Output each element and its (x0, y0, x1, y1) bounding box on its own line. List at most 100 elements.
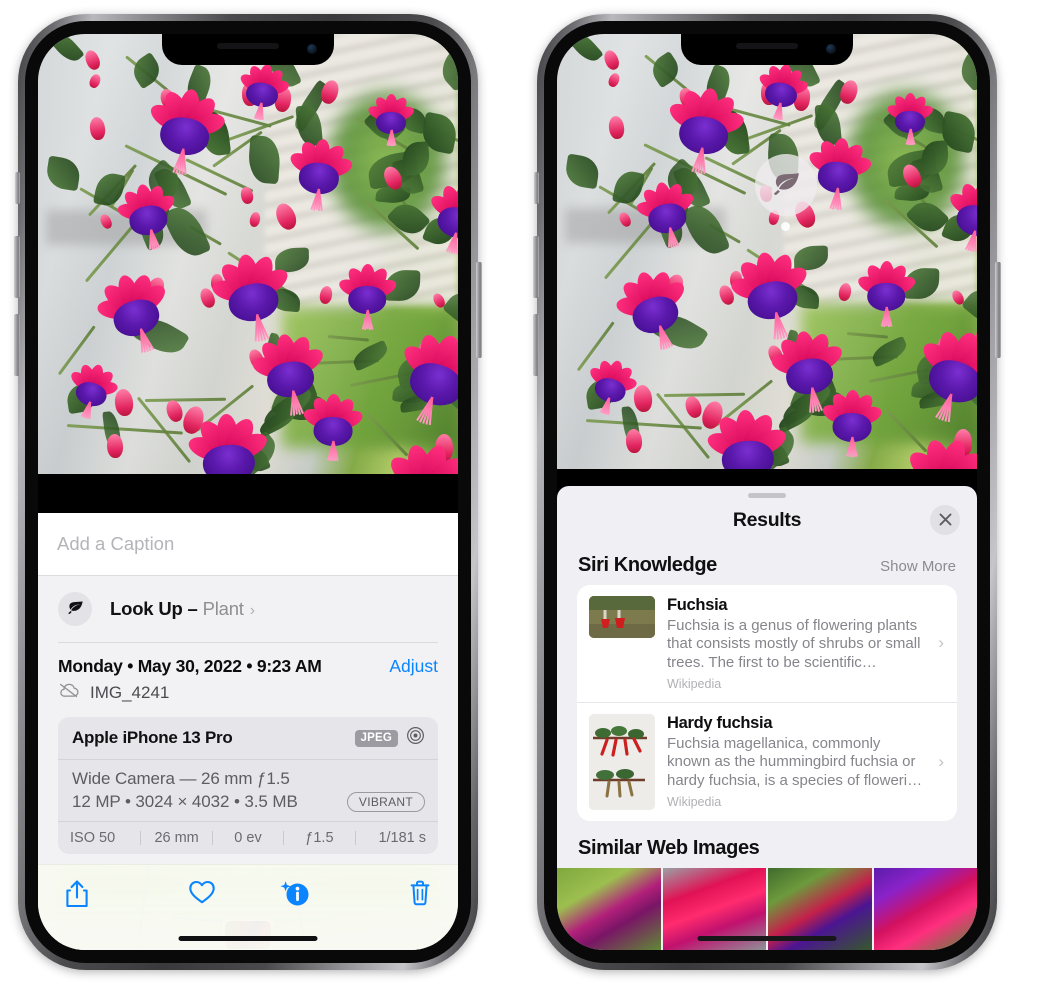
plant-stem (847, 331, 889, 339)
photo-datetime: Monday • May 30, 2022 • 9:23 AM (58, 656, 322, 676)
fuchsia-flower (285, 136, 355, 211)
exif-device-row: Apple iPhone 13 Pro JPEG (58, 717, 438, 760)
exif-body: Wide Camera — 26 mm ƒ1.5 12 MP • 3024 × … (58, 760, 438, 822)
iphone-right: Results Siri Knowledge Show More Fuchsia… (533, 14, 1001, 970)
share-button[interactable] (64, 879, 156, 909)
exif-setting: 1/181 s (378, 830, 427, 846)
leaf-icon (58, 591, 92, 626)
volume-down-button[interactable] (533, 314, 539, 376)
flower-bud (625, 428, 644, 454)
show-more-button[interactable]: Show More (880, 558, 956, 575)
entry-thumbnail (589, 595, 655, 638)
format-badge: JPEG (354, 729, 398, 747)
photo-viewer[interactable] (557, 34, 977, 469)
front-camera-icon (307, 44, 317, 54)
flower-bud (606, 71, 621, 89)
fuchsia-flower (885, 93, 936, 146)
flower-bud (98, 212, 115, 231)
flower-bud (272, 200, 300, 233)
exif-setting: 26 mm (154, 830, 199, 846)
fuchsia-flower (142, 83, 230, 175)
power-button[interactable] (995, 262, 1001, 358)
info-button[interactable] (248, 879, 340, 909)
filename-row: IMG_4241 (38, 677, 458, 717)
fuchsia-flower (248, 329, 331, 416)
volume-down-button[interactable] (14, 314, 20, 376)
volume-up-button[interactable] (533, 236, 539, 298)
phone-screen-right: Results Siri Knowledge Show More Fuchsia… (557, 34, 977, 950)
plant-stem (585, 419, 702, 430)
exif-setting: ISO 50 (70, 830, 116, 846)
exif-lens: Wide Camera — 26 mm ƒ1.5 (72, 769, 290, 788)
plant-leaf (961, 281, 977, 332)
fuchsia-flower (387, 323, 458, 428)
earpiece-speaker (217, 43, 279, 49)
photo-info-sheet: Add a Caption ✦ ✦ Look Up – Plant› (38, 512, 458, 950)
photographic-style-badge: VIBRANT (346, 792, 425, 812)
home-indicator[interactable] (697, 936, 837, 941)
chevron-right-icon: › (938, 752, 944, 771)
results-sheet: Results Siri Knowledge Show More Fuchsia… (557, 485, 977, 950)
look-up-dash: – (182, 597, 203, 619)
fuchsia-flower (206, 247, 298, 342)
similar-web-image[interactable] (873, 868, 977, 950)
caption-field[interactable]: Add a Caption (38, 512, 458, 576)
fuchsia-flower (234, 60, 292, 121)
photo-filename: IMG_4241 (90, 683, 170, 702)
flower-bud (87, 72, 102, 90)
front-camera-icon (826, 44, 836, 54)
leaf-icon (773, 172, 799, 195)
exif-device: Apple iPhone 13 Pro (72, 728, 233, 747)
mute-switch[interactable] (534, 172, 539, 204)
plant-leaf (48, 34, 85, 66)
mute-switch[interactable] (15, 172, 20, 204)
exif-card[interactable]: Apple iPhone 13 Pro JPEG Wide Camera — 2… (58, 717, 438, 854)
siri-knowledge-row[interactable]: Fuchsia Fuchsia is a genus of flowering p… (577, 585, 957, 702)
entry-title: Hardy fuchsia (667, 714, 773, 732)
fuchsia-flower (753, 60, 811, 120)
plant-leaf (349, 339, 391, 372)
notch (681, 34, 853, 65)
favorite-button[interactable] (156, 879, 248, 905)
similar-web-images-header: Similar Web Images (557, 821, 977, 864)
close-icon[interactable] (930, 504, 960, 535)
look-up-label: Look Up – Plant › (110, 598, 255, 620)
volume-up-button[interactable] (14, 236, 20, 298)
siri-knowledge-row[interactable]: Hardy fuchsia Fuchsia magellanica, common… (577, 702, 957, 821)
look-up-row[interactable]: ✦ ✦ Look Up – Plant› (38, 569, 458, 642)
home-indicator[interactable] (178, 936, 318, 941)
siri-knowledge-title: Siri Knowledge (578, 553, 717, 576)
caption-placeholder: Add a Caption (57, 532, 175, 554)
plant-stem (144, 397, 226, 402)
fuchsia-flower (373, 434, 458, 474)
flower-bud (318, 284, 334, 305)
flower-bud (88, 116, 107, 142)
entry-thumbnail (589, 714, 655, 810)
siri-knowledge-header: Siri Knowledge Show More (557, 544, 977, 585)
adjust-button[interactable]: Adjust (389, 656, 438, 677)
plant-leaf (433, 34, 458, 93)
screenshot-root: Add a Caption ✦ ✦ Look Up – Plant› (0, 0, 1055, 985)
power-button[interactable] (476, 262, 482, 358)
fuchsia-flower (366, 93, 417, 147)
fuchsia-plant (557, 34, 977, 469)
entry-source: Wikipedia (667, 795, 722, 810)
entry-source: Wikipedia (667, 677, 722, 691)
plant-stem (663, 393, 745, 398)
results-header: Results (557, 498, 977, 544)
fuchsia-flower (113, 179, 182, 250)
fuchsia-flower (336, 263, 399, 330)
delete-button[interactable] (340, 879, 432, 907)
exif-setting: ƒ1.5 (305, 830, 334, 846)
similar-web-image[interactable] (557, 868, 661, 950)
fuchsia-flower (704, 407, 790, 469)
photo-viewer[interactable] (38, 34, 458, 474)
visual-look-up-badge[interactable] (755, 154, 817, 216)
fuchsia-flower (892, 429, 977, 469)
exif-specs-line: 12 MP • 3024 × 4032 • 3.5 MB VIBRANT (72, 792, 425, 812)
flower-bud (82, 48, 103, 72)
exif-settings-row: ISO 50 26 mm 0 ev ƒ1.5 1/181 s (58, 822, 438, 854)
chevron-right-icon: › (938, 633, 944, 653)
fuchsia-flower (941, 176, 977, 252)
notch (162, 34, 334, 65)
